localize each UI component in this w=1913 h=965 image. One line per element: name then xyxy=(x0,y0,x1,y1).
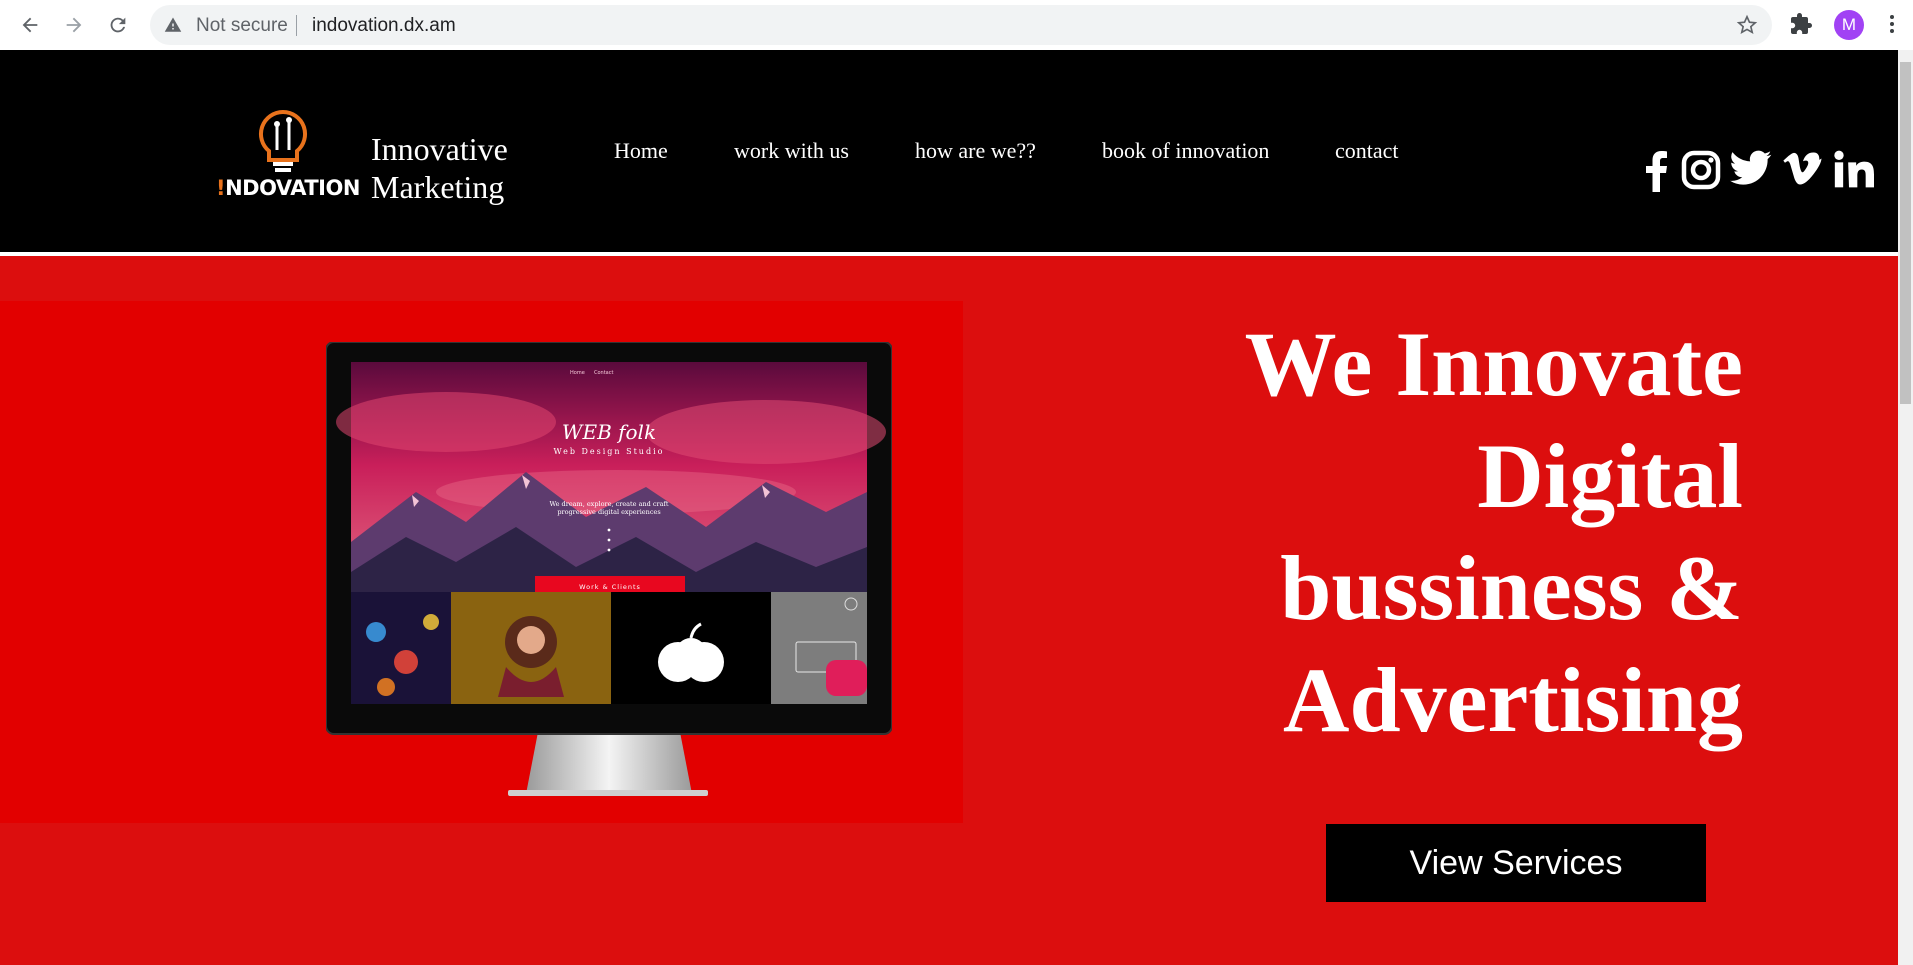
url-text[interactable]: indovation.dx.am xyxy=(312,15,456,37)
kebab-menu-icon[interactable] xyxy=(1880,12,1904,36)
back-button[interactable] xyxy=(14,9,46,41)
warning-icon xyxy=(164,17,182,32)
page-scrollbar[interactable] xyxy=(1898,50,1913,965)
address-bar[interactable]: Not secure indovation.dx.am xyxy=(150,5,1772,45)
security-label[interactable]: Not secure xyxy=(196,15,288,37)
screen-tagline-1: We dream, explore, create and craft xyxy=(549,500,668,508)
screen-nav-home: Home xyxy=(570,370,585,376)
brand-line-2: Marketing xyxy=(371,169,505,205)
instagram-icon[interactable] xyxy=(1681,150,1721,194)
hero-section: Home Contact WEB folk Web Design Studio … xyxy=(0,256,1898,965)
nav-link-how-are-we[interactable]: how are we?? xyxy=(915,138,1036,164)
screen-title: WEB folk xyxy=(562,420,656,444)
forward-arrow-icon xyxy=(66,17,82,33)
headline-line-1: We Innovate xyxy=(1244,313,1743,415)
bookmark-star-icon[interactable] xyxy=(1736,14,1758,36)
logo-wordmark[interactable]: !NDOVATION xyxy=(216,176,360,200)
view-services-button[interactable]: View Services xyxy=(1326,824,1706,902)
extensions-puzzle-icon[interactable] xyxy=(1789,12,1813,36)
scrollbar-thumb[interactable] xyxy=(1900,62,1911,404)
headline-line-3: bussiness & xyxy=(1280,537,1743,639)
omnibox-divider xyxy=(296,15,297,36)
twitter-icon[interactable] xyxy=(1730,150,1772,190)
vimeo-icon[interactable] xyxy=(1782,150,1822,190)
facebook-icon[interactable] xyxy=(1644,150,1668,196)
brand-line-1: Innovative xyxy=(371,131,508,167)
forward-button[interactable] xyxy=(58,9,90,41)
screen-subtitle: Web Design Studio xyxy=(554,447,665,456)
headline-line-4: Advertising xyxy=(1283,649,1743,751)
site-header: !NDOVATION Innovative Marketing Home wor… xyxy=(0,50,1898,256)
profile-avatar[interactable]: M xyxy=(1834,10,1864,40)
reload-button[interactable] xyxy=(102,9,134,41)
nav-link-work-with-us[interactable]: work with us xyxy=(734,138,849,164)
nav-link-home[interactable]: Home xyxy=(614,138,668,164)
reload-icon xyxy=(110,17,126,33)
browser-toolbar: Not secure indovation.dx.am M xyxy=(0,0,1913,50)
screen-nav-contact: Contact xyxy=(594,370,613,376)
back-arrow-icon xyxy=(22,17,38,33)
nav-link-contact[interactable]: contact xyxy=(1335,138,1399,164)
hero-headline: We Innovate Digital bussiness & Advertis… xyxy=(1043,308,1743,756)
monitor-mockup: Home Contact WEB folk Web Design Studio … xyxy=(326,342,892,796)
screen-tagline-2: progressive digital experiences xyxy=(557,508,660,516)
nav-link-book-of-innovation[interactable]: book of innovation xyxy=(1102,138,1269,164)
hero-media-panel: Home Contact WEB folk Web Design Studio … xyxy=(0,301,963,823)
linkedin-icon[interactable] xyxy=(1834,150,1874,192)
logo-wordmark-accent: ! xyxy=(216,176,226,200)
headline-line-2: Digital xyxy=(1477,425,1743,527)
logo-wordmark-text: NDOVATION xyxy=(225,176,360,200)
brand-name: Innovative Marketing xyxy=(371,130,508,206)
screen-button-label: Work & Clients xyxy=(579,583,641,591)
